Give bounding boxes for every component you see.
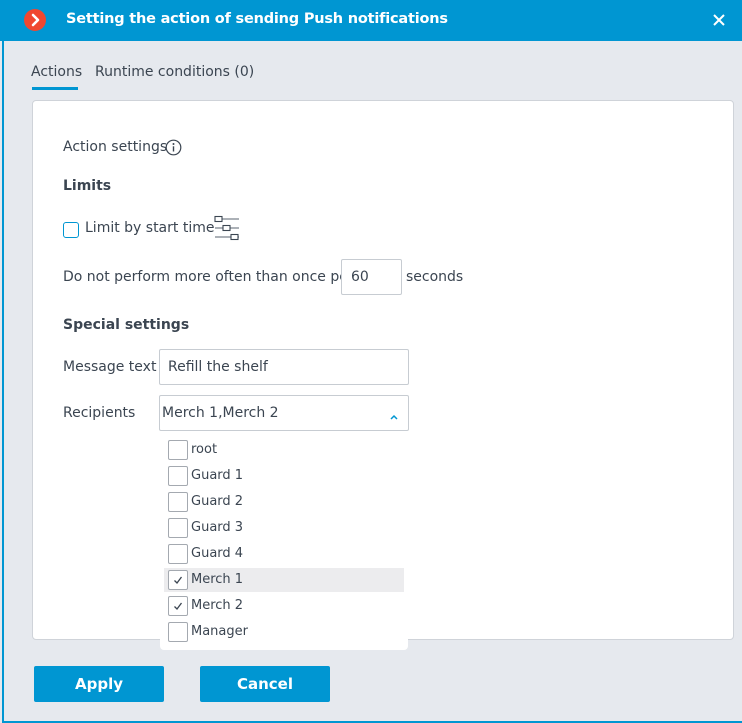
recipient-option-merch-2[interactable]: Merch 2 <box>164 594 404 618</box>
frequency-seconds-input[interactable] <box>341 259 402 295</box>
window-title: Setting the action of sending Push notif… <box>66 11 448 27</box>
checkbox[interactable] <box>168 622 188 642</box>
tab-runtime-conditions[interactable]: Runtime conditions (0) <box>95 64 254 80</box>
recipient-option-root[interactable]: root <box>164 438 404 462</box>
special-settings-heading: Special settings <box>63 317 190 333</box>
checkbox[interactable] <box>168 466 188 486</box>
message-text-label: Message text <box>63 359 157 375</box>
option-label: Guard 3 <box>191 520 244 535</box>
checkmark-icon <box>174 602 183 610</box>
cancel-button[interactable]: Cancel <box>200 666 330 702</box>
action-settings-heading: Action settings <box>63 139 168 155</box>
option-label: Merch 2 <box>191 598 244 613</box>
message-text-input[interactable] <box>159 349 409 385</box>
checkbox[interactable] <box>168 518 188 538</box>
checkbox-checked[interactable] <box>168 596 188 616</box>
frequency-suffix-label: seconds <box>406 269 464 285</box>
recipients-select[interactable]: Merch 1,Merch 2 <box>159 395 409 431</box>
checkbox[interactable] <box>168 492 188 512</box>
recipient-option-guard-3[interactable]: Guard 3 <box>164 516 404 540</box>
title-bar: Setting the action of sending Push notif… <box>0 0 742 41</box>
info-icon[interactable] <box>165 139 182 156</box>
recipient-option-guard-2[interactable]: Guard 2 <box>164 490 404 514</box>
checkbox-checked[interactable] <box>168 570 188 590</box>
checkbox[interactable] <box>168 544 188 564</box>
limit-by-start-time-checkbox[interactable] <box>63 222 79 238</box>
chevron-up-icon <box>389 409 399 420</box>
window-border-left <box>2 41 4 721</box>
tab-actions[interactable]: Actions <box>31 64 82 80</box>
active-tab-indicator <box>32 87 78 90</box>
recipients-label: Recipients <box>63 405 136 421</box>
schedule-settings-icon[interactable] <box>213 215 241 243</box>
frequency-prefix-label: Do not perform more often than once per <box>63 269 354 285</box>
recipients-value: Merch 1,Merch 2 <box>162 405 279 421</box>
option-label: Guard 4 <box>191 546 244 561</box>
recipient-option-guard-4[interactable]: Guard 4 <box>164 542 404 566</box>
option-label: Guard 1 <box>191 468 244 483</box>
checkbox[interactable] <box>168 440 188 460</box>
limits-heading: Limits <box>63 178 112 194</box>
app-logo-icon <box>24 9 46 31</box>
recipient-option-merch-1[interactable]: Merch 1 <box>164 568 404 592</box>
option-label: root <box>191 442 218 457</box>
option-label: Manager <box>191 624 248 639</box>
option-label: Guard 2 <box>191 494 244 509</box>
recipient-option-guard-1[interactable]: Guard 1 <box>164 464 404 488</box>
checkmark-icon <box>174 576 183 584</box>
recipients-dropdown: root Guard 1 Guard 2 Guard 3 Guard 4 Mer… <box>160 432 408 650</box>
limit-by-start-time-label: Limit by start time <box>85 220 215 236</box>
recipient-option-manager[interactable]: Manager <box>164 620 404 644</box>
apply-button[interactable]: Apply <box>34 666 164 702</box>
option-label: Merch 1 <box>191 572 244 587</box>
close-icon[interactable] <box>712 13 726 27</box>
